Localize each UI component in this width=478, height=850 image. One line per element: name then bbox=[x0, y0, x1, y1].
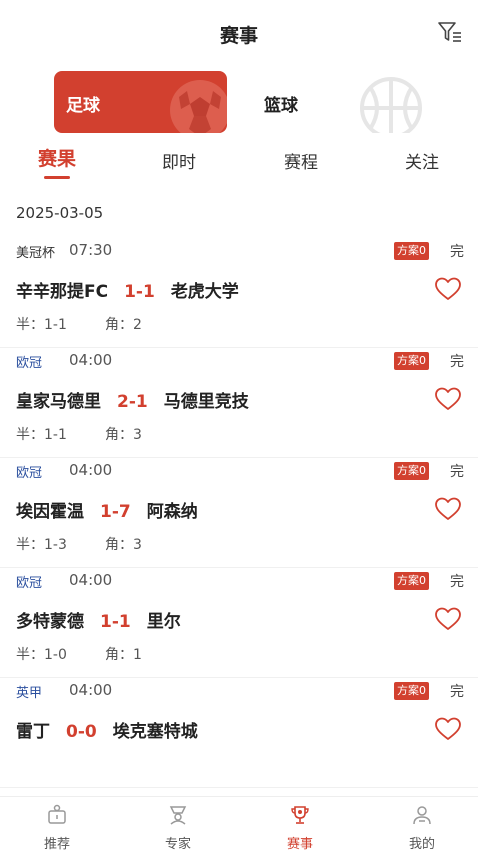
trophy-icon bbox=[291, 806, 309, 824]
tab-results-label: 赛果 bbox=[37, 148, 76, 170]
page-title: 赛事 bbox=[219, 24, 258, 47]
nav-events-label: 赛事 bbox=[286, 837, 313, 850]
league-name[interactable]: 欧冠 bbox=[16, 572, 42, 591]
match-row[interactable]: 欧冠 04:00 方案0 完皇家马德里 2-1 马德里竞技半：1-1 角：3 bbox=[0, 348, 478, 458]
away-team: 阿森纳 bbox=[146, 502, 198, 522]
tab-following-label: 关注 bbox=[405, 153, 439, 173]
league-name[interactable]: 欧冠 bbox=[16, 462, 42, 481]
league-name[interactable]: 英甲 bbox=[16, 682, 42, 701]
tab-live-label: 即时 bbox=[162, 153, 196, 173]
half-time-score: 半：1-3 bbox=[16, 537, 67, 553]
match-time: 04:00 bbox=[69, 681, 113, 699]
active-tab-underline bbox=[44, 176, 70, 179]
home-team: 雷丁 bbox=[16, 722, 50, 742]
home-team: 多特蒙德 bbox=[16, 612, 84, 632]
half-time-score: 半：1-1 bbox=[16, 317, 67, 333]
match-teams: 埃因霍温 1-7 阿森纳 bbox=[16, 497, 198, 522]
away-team: 里尔 bbox=[146, 612, 181, 632]
match-teams: 多特蒙德 1-1 里尔 bbox=[16, 607, 181, 632]
match-status: 完 bbox=[450, 574, 464, 590]
soccer-ball-icon bbox=[170, 80, 227, 133]
match-score: 1-1 bbox=[100, 612, 131, 632]
tab-schedule-label: 赛程 bbox=[284, 153, 318, 173]
nav-mine[interactable]: 我的 bbox=[377, 803, 467, 850]
match-status: 完 bbox=[450, 244, 464, 260]
date-header: 2025-03-05 bbox=[16, 204, 104, 222]
match-teams: 辛辛那提FC 1-1 老虎大学 bbox=[16, 277, 239, 302]
bottom-nav: 推荐 专家 赛事 我的 bbox=[0, 796, 478, 850]
home-team: 辛辛那提FC bbox=[16, 282, 109, 302]
league-name[interactable]: 欧冠 bbox=[16, 352, 42, 371]
nav-expert-label: 专家 bbox=[164, 837, 191, 850]
sub-tabs: 赛果 即时 赛程 关注 bbox=[0, 144, 478, 184]
league-name[interactable]: 美冠杯 bbox=[16, 242, 55, 261]
match-status: 完 bbox=[450, 684, 464, 700]
match-row[interactable]: 欧冠 04:00 方案0 完多特蒙德 1-1 里尔半：1-0 角：1 bbox=[0, 568, 478, 678]
user-icon bbox=[413, 806, 431, 825]
match-teams: 雷丁 0-0 埃克塞特城 bbox=[16, 717, 198, 742]
tab-schedule[interactable]: 赛程 bbox=[251, 148, 351, 173]
match-teams: 皇家马德里 2-1 马德里竞技 bbox=[16, 387, 249, 412]
nav-recommend-label: 推荐 bbox=[43, 837, 70, 850]
plan-badge[interactable]: 方案0 bbox=[394, 572, 429, 590]
top-bar: 赛事 bbox=[0, 0, 478, 68]
tab-live[interactable]: 即时 bbox=[129, 148, 229, 173]
match-time: 04:00 bbox=[69, 351, 113, 369]
away-team: 老虎大学 bbox=[170, 282, 239, 302]
half-time-score: 半：1-0 bbox=[16, 647, 67, 663]
corner-count: 角：1 bbox=[105, 647, 142, 663]
tab-basketball[interactable]: 篮球 bbox=[240, 71, 454, 133]
half-time-score: 半：1-1 bbox=[16, 427, 67, 443]
away-team: 埃克塞特城 bbox=[112, 722, 198, 742]
sport-tabs: 足球 篮球 bbox=[54, 71, 454, 133]
tab-football[interactable]: 足球 bbox=[54, 71, 227, 133]
tab-football-label: 足球 bbox=[66, 96, 100, 116]
favorite-heart-icon[interactable] bbox=[434, 276, 462, 302]
match-time: 04:00 bbox=[69, 571, 113, 589]
tab-results[interactable]: 赛果 bbox=[7, 144, 107, 179]
tab-following[interactable]: 关注 bbox=[372, 148, 472, 173]
home-team: 皇家马德里 bbox=[16, 392, 101, 412]
match-status: 完 bbox=[450, 464, 464, 480]
nav-recommend[interactable]: 推荐 bbox=[12, 803, 102, 850]
match-score: 1-1 bbox=[124, 282, 155, 302]
basketball-icon bbox=[360, 77, 422, 133]
match-row[interactable]: 欧冠 04:00 方案0 完埃因霍温 1-7 阿森纳半：1-3 角：3 bbox=[0, 458, 478, 568]
nav-expert[interactable]: 专家 bbox=[133, 803, 223, 850]
tab-basketball-label: 篮球 bbox=[264, 96, 298, 116]
plan-badge[interactable]: 方案0 bbox=[394, 242, 429, 260]
match-status: 完 bbox=[450, 354, 464, 370]
match-time: 04:00 bbox=[69, 461, 113, 479]
filter-icon[interactable] bbox=[436, 18, 464, 46]
corner-count: 角：3 bbox=[105, 427, 142, 443]
match-time: 07:30 bbox=[69, 241, 113, 259]
match-score: 1-7 bbox=[100, 502, 131, 522]
home-team: 埃因霍温 bbox=[16, 502, 84, 522]
nav-mine-label: 我的 bbox=[408, 837, 435, 850]
favorite-heart-icon[interactable] bbox=[434, 606, 462, 632]
match-score: 0-0 bbox=[66, 722, 97, 742]
match-row[interactable]: 英甲 04:00 方案0 完雷丁 0-0 埃克塞特城 bbox=[0, 678, 478, 788]
plan-badge[interactable]: 方案0 bbox=[394, 682, 429, 700]
nav-events[interactable]: 赛事 bbox=[255, 803, 345, 850]
recommend-icon bbox=[48, 804, 66, 824]
favorite-heart-icon[interactable] bbox=[434, 386, 462, 412]
favorite-heart-icon[interactable] bbox=[434, 496, 462, 522]
match-row[interactable]: 美冠杯 07:30 方案0 完辛辛那提FC 1-1 老虎大学半：1-1 角：2 bbox=[0, 238, 478, 348]
expert-icon bbox=[169, 806, 187, 825]
away-team: 马德里竞技 bbox=[163, 392, 249, 412]
corner-count: 角：2 bbox=[105, 317, 142, 333]
match-score: 2-1 bbox=[117, 392, 148, 412]
plan-badge[interactable]: 方案0 bbox=[394, 462, 429, 480]
corner-count: 角：3 bbox=[105, 537, 142, 553]
plan-badge[interactable]: 方案0 bbox=[394, 352, 429, 370]
favorite-heart-icon[interactable] bbox=[434, 716, 462, 742]
